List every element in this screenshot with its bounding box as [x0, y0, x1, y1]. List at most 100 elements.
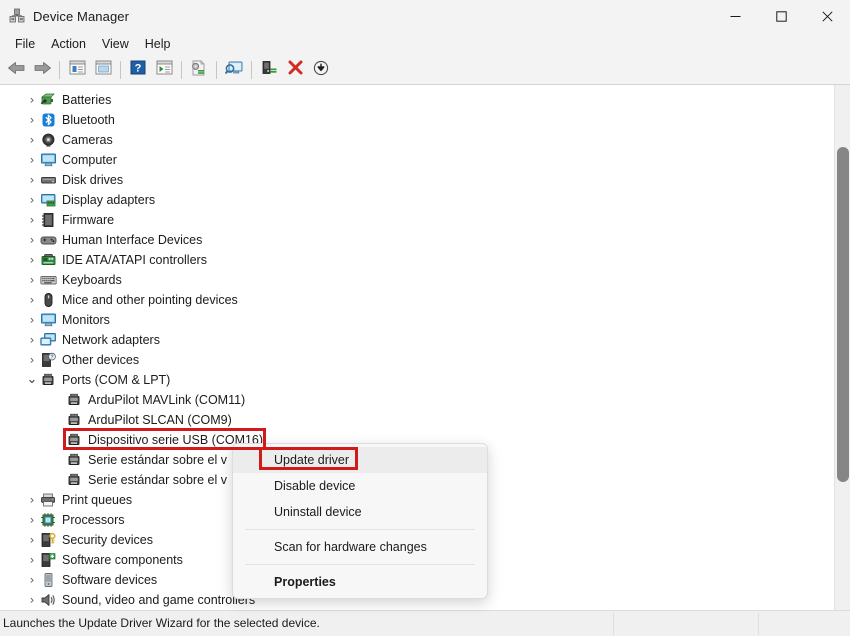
firmware-icon	[40, 212, 57, 228]
hid-icon	[40, 232, 57, 248]
menu-action[interactable]: Action	[43, 34, 94, 54]
context-menu-item-properties[interactable]: Properties	[233, 569, 487, 595]
network-adapter-icon	[40, 332, 57, 348]
tree-row[interactable]: ›?Other devices	[24, 350, 139, 370]
show-hide-console-tree-button[interactable]	[64, 58, 90, 82]
context-menu-separator	[245, 529, 475, 530]
chevron-right-icon[interactable]: ›	[24, 253, 40, 267]
port-icon	[66, 432, 83, 448]
chevron-right-icon[interactable]: ›	[24, 153, 40, 167]
chevron-down-icon[interactable]: ⌄	[24, 376, 40, 384]
tree-row[interactable]: Serie estándar sobre el v	[50, 470, 227, 490]
mouse-icon	[40, 292, 57, 308]
context-menu[interactable]: Update driverDisable deviceUninstall dev…	[232, 443, 488, 599]
menu-file[interactable]: File	[7, 34, 43, 54]
status-divider-2	[758, 613, 759, 635]
menu-view[interactable]: View	[94, 34, 137, 54]
help-button[interactable]: ?	[125, 58, 151, 82]
tree-row-label: Security devices	[62, 533, 153, 547]
tree-row[interactable]: › Security devices	[24, 530, 153, 550]
chevron-right-icon[interactable]: ›	[24, 313, 40, 327]
menu-help[interactable]: Help	[137, 34, 179, 54]
minimize-button[interactable]	[712, 0, 758, 32]
forward-arrow-icon	[33, 60, 52, 81]
software-device-icon	[40, 572, 57, 588]
uninstall-device-button[interactable]	[282, 58, 308, 82]
chevron-right-icon[interactable]: ›	[24, 193, 40, 207]
chevron-right-icon[interactable]: ›	[24, 233, 40, 247]
update-driver-button[interactable]	[186, 58, 212, 82]
printer-icon	[40, 492, 57, 508]
tree-row[interactable]: › Software components	[24, 550, 183, 570]
back-button[interactable]	[3, 58, 29, 82]
scan-for-hardware-changes-button[interactable]	[221, 58, 247, 82]
chevron-right-icon[interactable]: ›	[24, 293, 40, 307]
tree-row[interactable]: ›Cameras	[24, 130, 113, 150]
processor-icon	[40, 512, 57, 528]
tree-row[interactable]: ›Batteries	[24, 90, 111, 110]
tree-row[interactable]: ›Network adapters	[24, 330, 160, 350]
chevron-right-icon[interactable]: ›	[24, 213, 40, 227]
toolbar-separator-5	[251, 61, 252, 79]
chevron-right-icon[interactable]: ›	[24, 353, 40, 367]
tree-row[interactable]: Serie estándar sobre el v	[50, 450, 227, 470]
tree-row[interactable]: ArduPilot SLCAN (COM9)	[50, 410, 232, 430]
tree-row-label: IDE ATA/ATAPI controllers	[62, 253, 207, 267]
context-menu-item-update-driver[interactable]: Update driver	[233, 447, 487, 473]
context-menu-item-uninstall-device[interactable]: Uninstall device	[233, 499, 487, 525]
properties-button[interactable]	[90, 58, 116, 82]
tree-row[interactable]: ›Software devices	[24, 570, 157, 590]
chevron-right-icon[interactable]: ›	[24, 553, 40, 567]
device-manager-window: Device Manager File Action View Help	[0, 0, 850, 636]
security-device-icon	[40, 532, 57, 548]
vertical-scrollbar[interactable]	[834, 85, 850, 610]
tree-row[interactable]: ⌄Ports (COM & LPT)	[24, 370, 170, 390]
chevron-right-icon[interactable]: ›	[24, 513, 40, 527]
context-menu-item-scan-for-hardware-changes[interactable]: Scan for hardware changes	[233, 534, 487, 560]
chevron-right-icon[interactable]: ›	[24, 113, 40, 127]
chevron-right-icon[interactable]: ›	[24, 273, 40, 287]
other-device-icon: ?	[40, 352, 57, 368]
chevron-right-icon[interactable]: ›	[24, 93, 40, 107]
tree-row[interactable]: ›Computer	[24, 150, 117, 170]
tree-row-label: Human Interface Devices	[62, 233, 202, 247]
red-x-icon	[288, 60, 303, 80]
tree-row-label: Software components	[62, 553, 183, 567]
tree-row[interactable]: ›Disk drives	[24, 170, 123, 190]
tree-row[interactable]: › Human Interface Devices	[24, 230, 202, 250]
tree-row[interactable]: ›Processors	[24, 510, 125, 530]
chevron-right-icon[interactable]: ›	[24, 573, 40, 587]
tree-leaf-spacer	[50, 455, 66, 465]
chevron-right-icon[interactable]: ›	[24, 593, 40, 607]
tree-row[interactable]: ›Monitors	[24, 310, 110, 330]
tree-row-selected[interactable]: Dispositivo serie USB (COM16)	[50, 430, 263, 450]
maximize-button[interactable]	[758, 0, 804, 32]
tree-row-label: Serie estándar sobre el v	[88, 453, 227, 467]
tree-row[interactable]: ›Print queues	[24, 490, 132, 510]
tree-row[interactable]: › Sound, video and game controllers	[24, 590, 255, 610]
close-button[interactable]	[804, 0, 850, 32]
chevron-right-icon[interactable]: ›	[24, 173, 40, 187]
tree-leaf-spacer	[50, 475, 66, 485]
chevron-right-icon[interactable]: ›	[24, 493, 40, 507]
scrollbar-thumb[interactable]	[837, 147, 849, 482]
toolbar-separator-1	[59, 61, 60, 79]
forward-button[interactable]	[29, 58, 55, 82]
chevron-right-icon[interactable]: ›	[24, 533, 40, 547]
tree-row[interactable]: ›Display adapters	[24, 190, 155, 210]
tree-row[interactable]: › IDE ATA/ATAPI controllers	[24, 250, 207, 270]
tree-row[interactable]: ›Bluetooth	[24, 110, 115, 130]
port-icon	[66, 392, 83, 408]
disable-device-button[interactable]	[308, 58, 334, 82]
tree-row[interactable]: ›Mice and other pointing devices	[24, 290, 238, 310]
enable-device-button[interactable]	[256, 58, 282, 82]
tree-row[interactable]: ›Keyboards	[24, 270, 122, 290]
show-action-pane-button[interactable]	[151, 58, 177, 82]
tree-row[interactable]: ›Firmware	[24, 210, 114, 230]
tree-row-label: Sound, video and game controllers	[62, 593, 255, 607]
chevron-right-icon[interactable]: ›	[24, 133, 40, 147]
chevron-right-icon[interactable]: ›	[24, 333, 40, 347]
tree-row[interactable]: ArduPilot MAVLink (COM11)	[50, 390, 245, 410]
svg-text:?: ?	[135, 63, 142, 75]
context-menu-item-disable-device[interactable]: Disable device	[233, 473, 487, 499]
